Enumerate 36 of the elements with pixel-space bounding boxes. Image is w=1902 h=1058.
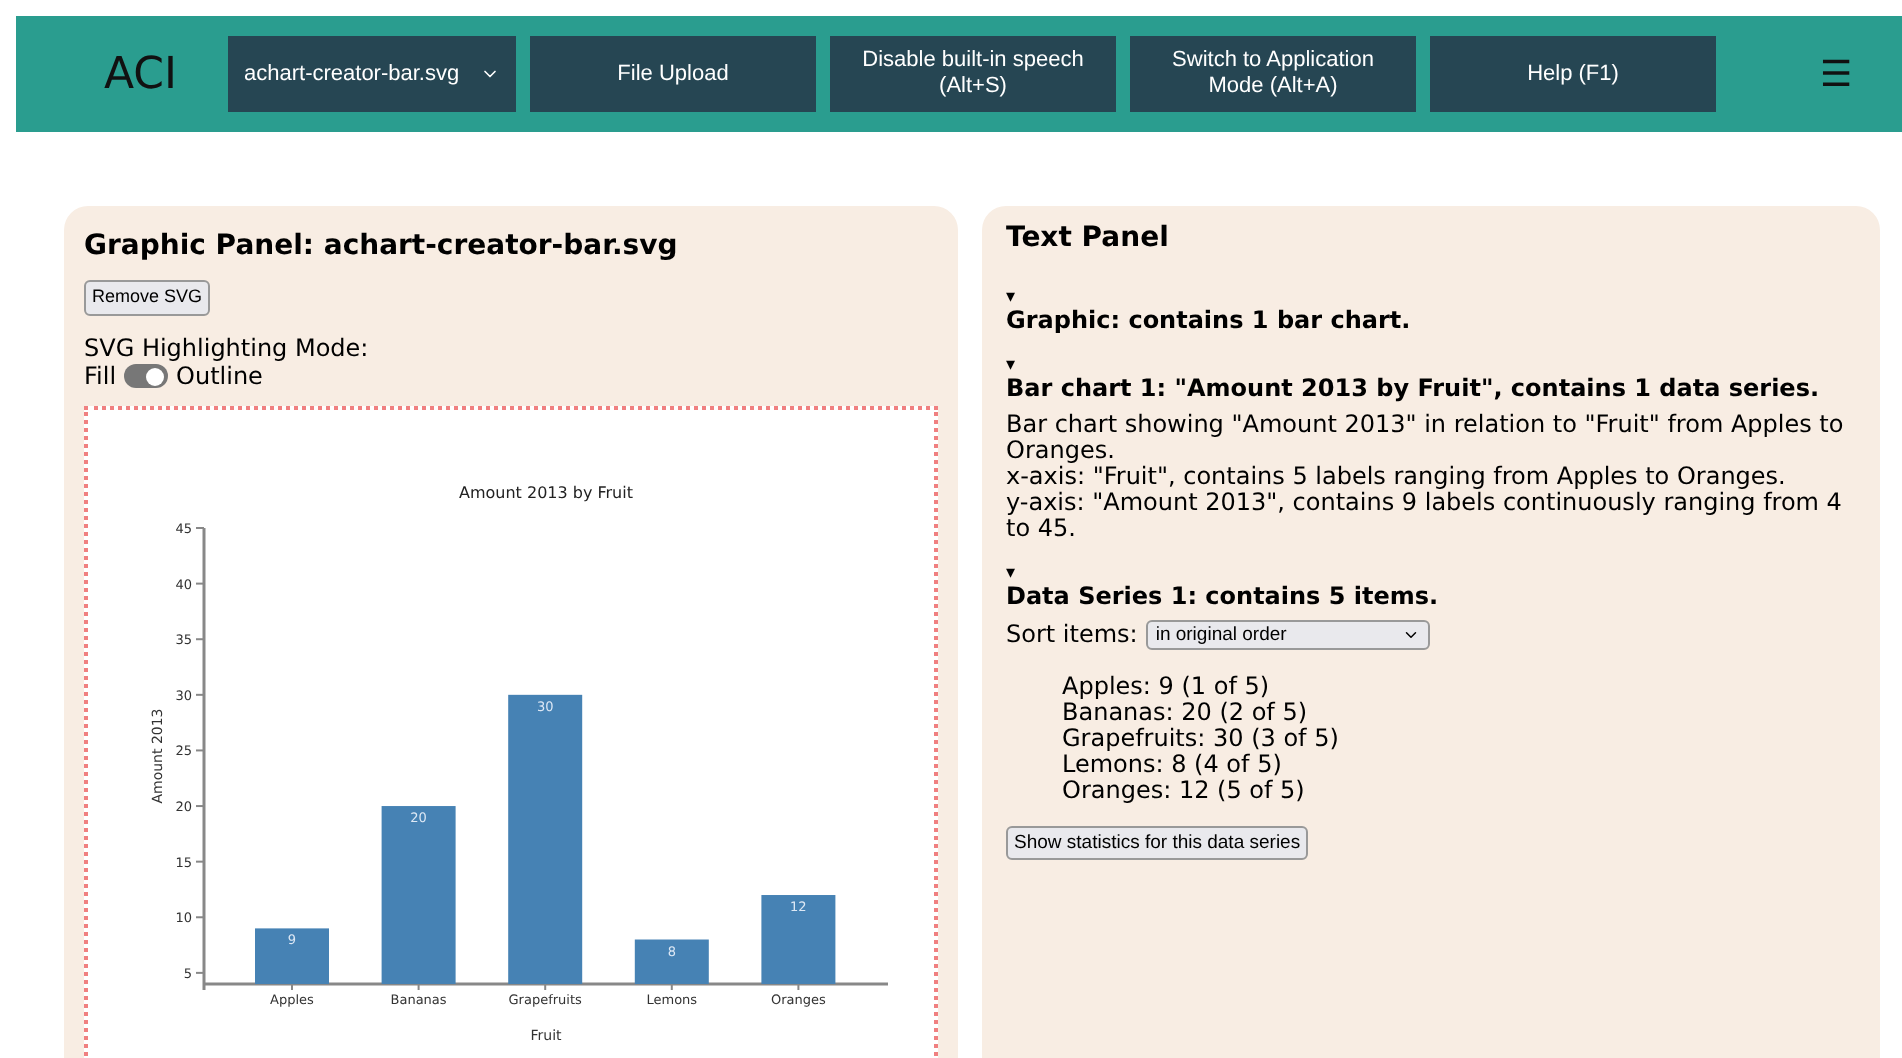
- section-heading: Bar chart 1: "Amount 2013 by Fruit", contains 1 data series.: [1006, 376, 1822, 402]
- panel-title: Graphic Panel: achart-creator-bar.svg: [84, 228, 680, 266]
- chevron-down-icon: [1401, 626, 1420, 644]
- panel-title: Text Panel: [1006, 226, 1171, 252]
- bar: [255, 928, 329, 984]
- section-heading: Graphic: contains 1 bar chart.: [1006, 308, 1413, 334]
- header-button[interactable]: Help (F1): [1430, 36, 1716, 112]
- description-line: Bar chart showing "Amount 2013" in relation to "Fruit" from Apples to Oranges.: [1006, 412, 1846, 464]
- disclosure-toggle[interactable]: ▾: [1006, 288, 1016, 308]
- description-line: x-axis: "Fruit", contains 5 labels ranging from Apples to Oranges.: [1006, 464, 1788, 490]
- series-item: Apples: 9 (1 of 5): [1062, 674, 1272, 700]
- disclosure-toggle[interactable]: ▾: [1006, 564, 1016, 584]
- header-button[interactable]: Switch to Application Mode (Alt+A): [1130, 36, 1416, 112]
- series-item: Bananas: 20 (2 of 5): [1062, 700, 1310, 726]
- section-heading: Data Series 1: contains 5 items.: [1006, 584, 1441, 610]
- fill-label: Fill: [84, 362, 117, 390]
- bar: [634, 939, 709, 984]
- sort-label: Sort items:: [1006, 622, 1138, 648]
- outline-label: Outline: [176, 362, 263, 390]
- bar: [761, 895, 836, 984]
- header-button[interactable]: File Upload: [530, 36, 816, 112]
- disclosure-toggle[interactable]: ▾: [1006, 356, 1016, 376]
- highlight-toggle[interactable]: [124, 364, 169, 388]
- header-button[interactable]: Disable built-in speech (Alt+S): [830, 36, 1116, 112]
- series-item: Grapefruits: 30 (3 of 5): [1062, 726, 1341, 752]
- sort-select[interactable]: in original order: [1145, 620, 1430, 650]
- remove-svg-button[interactable]: Remove SVG: [84, 280, 211, 315]
- mode-label: SVG Highlighting Mode:: [84, 334, 371, 362]
- file-select[interactable]: achart-creator-bar.svg: [228, 36, 516, 112]
- series-item: Oranges: 12 (5 of 5): [1062, 778, 1307, 804]
- statistics-button[interactable]: Show statistics for this data series: [1006, 826, 1309, 860]
- chart-title: Amount 2013 by Fruit: [459, 484, 633, 502]
- menu-button[interactable]: ☰: [1820, 47, 1853, 101]
- app-logo: ACI: [104, 47, 180, 103]
- description-line: y-axis: "Amount 2013", contains 9 labels continuously ranging from 4 to 45.: [1006, 490, 1844, 542]
- series-item: Lemons: 8 (4 of 5): [1062, 752, 1284, 778]
